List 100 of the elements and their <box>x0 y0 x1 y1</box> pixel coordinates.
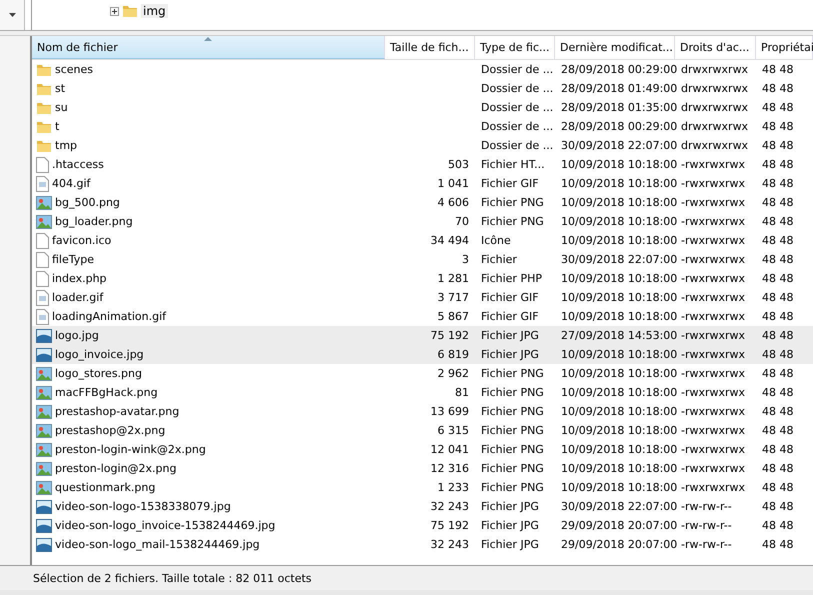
file-size: 75 192 <box>430 519 469 532</box>
permissions: -rwxrwxrwx <box>681 291 746 304</box>
file-type: Fichier PNG <box>481 462 544 475</box>
file-size: 1 041 <box>438 177 469 190</box>
modified-date: 30/09/2018 22:07:00 <box>561 139 678 152</box>
modified-date: 29/09/2018 20:07:00 <box>561 519 678 532</box>
file-size: 75 192 <box>430 329 469 342</box>
image-icon <box>36 442 52 456</box>
image-icon <box>36 386 52 400</box>
file-name: macFFBgHack.png <box>55 386 158 399</box>
file-name: preston-login@2x.png <box>55 462 176 475</box>
file-icon <box>36 270 49 286</box>
column-header[interactable]: Nom de fichier <box>32 36 385 59</box>
file-size: 3 717 <box>438 291 469 304</box>
modified-date: 28/09/2018 00:29:00 <box>561 63 678 76</box>
file-name: logo.jpg <box>55 329 99 342</box>
permissions: -rwxrwxrwx <box>681 462 746 475</box>
file-type: Fichier JPG <box>481 500 539 513</box>
owner: 48 48 <box>762 443 794 456</box>
file-type: Fichier HT... <box>481 158 545 171</box>
file-name: bg_loader.png <box>55 215 133 228</box>
permissions: -rw-rw-r-- <box>681 538 732 551</box>
modified-date: 28/09/2018 01:49:00 <box>561 82 678 95</box>
sort-arrow-icon <box>204 37 212 41</box>
file-name: prestashop@2x.png <box>55 424 166 437</box>
permissions: drwxrwxrwx <box>681 139 748 152</box>
image-file-icon <box>36 176 49 192</box>
file-name: st <box>55 82 66 95</box>
modified-date: 10/09/2018 10:18:00 <box>561 158 678 171</box>
modified-date: 10/09/2018 10:18:00 <box>561 234 678 247</box>
owner: 48 48 <box>762 215 794 228</box>
modified-date: 30/09/2018 22:07:00 <box>561 253 678 266</box>
file-size: 2 962 <box>438 367 469 380</box>
picture-file-icon <box>36 538 52 552</box>
permissions: drwxrwxrwx <box>681 101 748 114</box>
owner: 48 48 <box>762 158 794 171</box>
folder-icon <box>36 138 52 152</box>
permissions: drwxrwxrwx <box>681 82 748 95</box>
file-type: Fichier GIF <box>481 310 539 323</box>
file-name: video-son-logo_invoice-1538244469.jpg <box>55 519 276 532</box>
permissions: -rwxrwxrwx <box>681 367 746 380</box>
owner: 48 48 <box>762 120 794 133</box>
modified-date: 10/09/2018 10:18:00 <box>561 481 678 494</box>
modified-date: 10/09/2018 10:18:00 <box>561 291 678 304</box>
file-type: Fichier GIF <box>481 177 539 190</box>
permissions: -rwxrwxrwx <box>681 310 746 323</box>
file-row[interactable]: logo_invoice.jpg 6 819 Fichier JPG 10/09/2018 10:18:00 -rwxrwxrwx 48 48 <box>32 345 813 364</box>
file-name: fileType <box>52 253 94 266</box>
file-name: video-son-logo-1538338079.jpg <box>55 500 231 513</box>
modified-date: 28/09/2018 01:35:00 <box>561 101 678 114</box>
permissions: -rwxrwxrwx <box>681 329 746 342</box>
file-type: Fichier PNG <box>481 405 544 418</box>
file-size: 32 243 <box>430 538 469 551</box>
file-size: 13 699 <box>430 405 469 418</box>
folder-icon <box>36 62 52 76</box>
modified-date: 10/09/2018 10:18:00 <box>561 272 678 285</box>
permissions: -rw-rw-r-- <box>681 500 732 513</box>
file-size: 6 315 <box>438 424 469 437</box>
file-size: 70 <box>455 215 469 228</box>
file-name: prestashop-avatar.png <box>55 405 180 418</box>
owner: 48 48 <box>762 234 794 247</box>
file-size: 3 <box>462 253 469 266</box>
file-type: Fichier JPG <box>481 538 539 551</box>
file-name: loader.gif <box>52 291 104 304</box>
owner: 48 48 <box>762 253 794 266</box>
modified-date: 10/09/2018 10:18:00 <box>561 367 678 380</box>
owner: 48 48 <box>762 538 794 551</box>
modified-date: 10/09/2018 10:18:00 <box>561 462 678 475</box>
file-type: Dossier de ... <box>481 101 554 114</box>
file-name: scenes <box>55 63 94 76</box>
file-type: Fichier PHP <box>481 272 542 285</box>
modified-date: 10/09/2018 10:18:00 <box>561 405 678 418</box>
permissions: -rwxrwxrwx <box>681 158 746 171</box>
file-type: Fichier PNG <box>481 196 544 209</box>
file-type: Fichier PNG <box>481 386 544 399</box>
image-icon <box>36 366 52 380</box>
caret-icon <box>8 13 16 17</box>
owner: 48 48 <box>762 481 794 494</box>
file-name: logo_stores.png <box>55 367 142 380</box>
file-name: t <box>55 120 60 133</box>
expand-icon[interactable] <box>110 6 119 16</box>
owner: 48 48 <box>762 500 794 513</box>
tree-item[interactable]: img <box>141 4 168 18</box>
permissions: -rwxrwxrwx <box>681 177 746 190</box>
modified-date: 28/09/2018 00:29:00 <box>561 120 678 133</box>
file-row[interactable]: logo.jpg 75 192 Fichier JPG 27/09/2018 14:53:00 -rwxrwxrwx 48 48 <box>32 326 813 345</box>
image-icon <box>36 404 52 418</box>
permissions: -rwxrwxrwx <box>681 215 746 228</box>
image-icon <box>36 196 52 210</box>
file-name: .htaccess <box>52 158 104 171</box>
permissions: -rwxrwxrwx <box>681 481 746 494</box>
file-name: loadingAnimation.gif <box>52 310 166 323</box>
permissions: -rwxrwxrwx <box>681 234 746 247</box>
file-name: preston-login-wink@2x.png <box>55 443 206 456</box>
modified-date: 10/09/2018 10:18:00 <box>561 310 678 323</box>
picture-file-icon <box>36 500 52 514</box>
file-name: questionmark.png <box>55 481 156 494</box>
file-type: Fichier GIF <box>481 291 539 304</box>
file-name: logo_invoice.jpg <box>55 348 144 361</box>
modified-date: 10/09/2018 10:18:00 <box>561 196 678 209</box>
